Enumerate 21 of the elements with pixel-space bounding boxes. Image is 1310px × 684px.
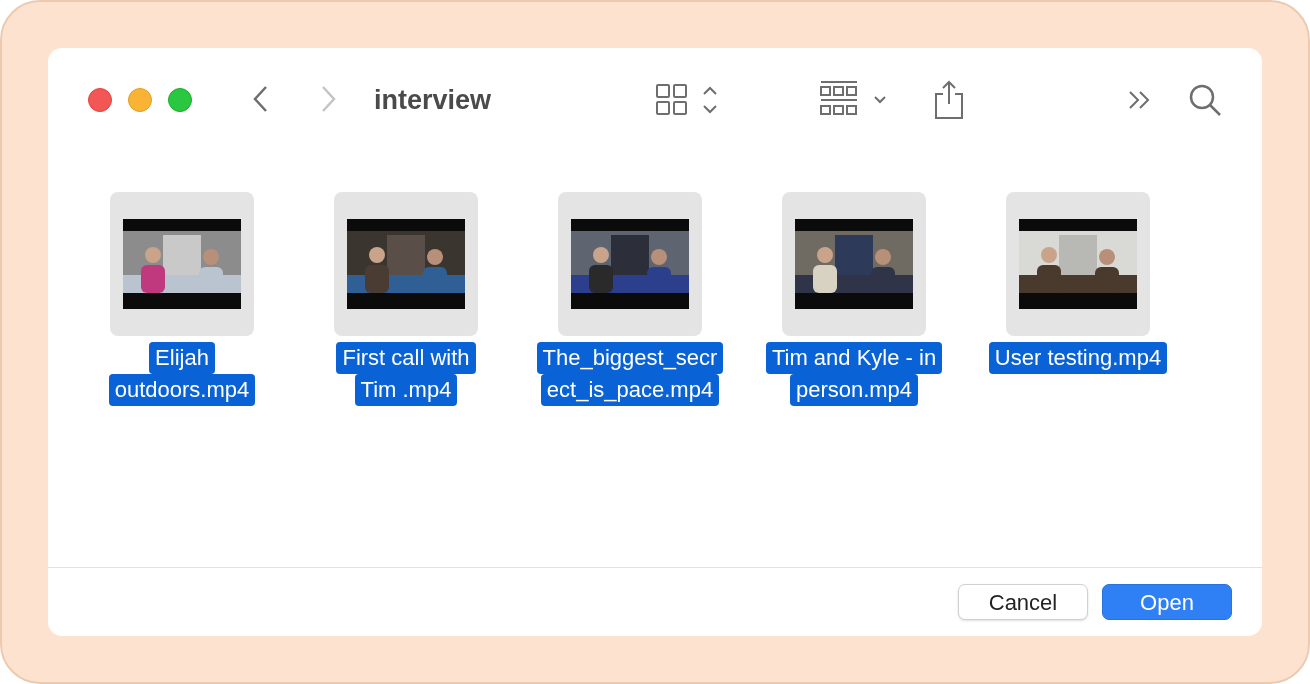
zoom-button[interactable] [168, 88, 192, 112]
search-icon[interactable] [1188, 83, 1222, 117]
file-name: Tim and Kyle - in [765, 342, 943, 374]
cancel-button[interactable]: Cancel [958, 584, 1088, 620]
open-button[interactable]: Open [1102, 584, 1232, 620]
file-thumbnail[interactable] [558, 192, 702, 336]
file-name: First call with [336, 342, 476, 374]
file-thumbnail[interactable] [110, 192, 254, 336]
file-name: Elijah [149, 342, 215, 374]
close-button[interactable] [88, 88, 112, 112]
file-name: The_biggest_secr [536, 342, 724, 374]
file-name: outdoors.mp4 [108, 374, 256, 406]
file-name: Tim .mp4 [354, 374, 458, 406]
file-thumbnail[interactable] [782, 192, 926, 336]
file-thumbnail[interactable] [334, 192, 478, 336]
file-thumbnail[interactable] [1006, 192, 1150, 336]
file-name: person.mp4 [789, 374, 919, 406]
share-icon[interactable] [932, 80, 965, 120]
window-title: interview [374, 83, 492, 117]
file-name: User testing.mp4 [988, 342, 1168, 374]
file-name: ect_is_pace.mp4 [540, 374, 720, 406]
